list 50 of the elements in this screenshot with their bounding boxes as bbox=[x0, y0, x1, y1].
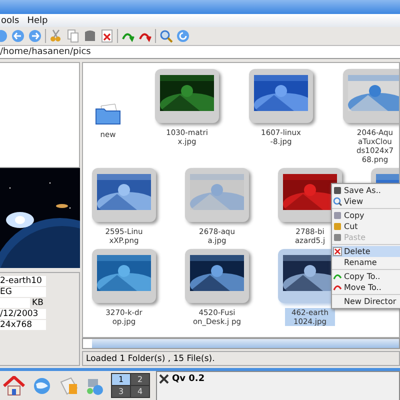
globe-icon[interactable] bbox=[31, 376, 53, 396]
desktop-button[interactable]: 3 bbox=[112, 386, 130, 397]
forward-icon[interactable] bbox=[28, 29, 42, 43]
zoom-icon[interactable] bbox=[159, 29, 173, 43]
menu-item[interactable]: Cut bbox=[332, 221, 400, 232]
menu-item[interactable]: Delete bbox=[332, 246, 400, 257]
desktop-button[interactable]: 4 bbox=[131, 386, 149, 397]
desktop-button[interactable]: 2 bbox=[131, 374, 149, 385]
menu-item[interactable]: Move To.. bbox=[332, 282, 400, 293]
paste-icon bbox=[333, 233, 342, 242]
thumbnail-frame[interactable] bbox=[92, 168, 156, 222]
x-icon bbox=[159, 374, 169, 384]
magnifier-icon bbox=[333, 197, 342, 206]
thumbnail-frame[interactable] bbox=[155, 69, 219, 123]
thumbnail-frame[interactable] bbox=[92, 249, 156, 303]
unit-label: KB bbox=[32, 298, 44, 308]
thumbnail-frame[interactable] bbox=[185, 168, 249, 222]
thumbnail-frame[interactable] bbox=[185, 249, 249, 303]
thumbnail-frame[interactable] bbox=[343, 69, 399, 123]
menu-item[interactable]: Copy To.. bbox=[332, 271, 400, 282]
scissors-icon[interactable] bbox=[49, 29, 63, 43]
info-field[interactable]: 2-earth10 bbox=[0, 276, 46, 286]
info-field[interactable]: /12/2003 bbox=[0, 309, 46, 319]
copy-icon bbox=[333, 211, 342, 220]
menu-item[interactable]: New Director bbox=[332, 296, 400, 307]
horizontal-scrollbar[interactable] bbox=[82, 338, 400, 349]
home-icon[interactable] bbox=[3, 376, 25, 396]
folder-icon[interactable] bbox=[95, 103, 121, 125]
scissors-icon bbox=[333, 222, 342, 231]
floppy-icon bbox=[333, 186, 342, 195]
info-field[interactable]: 24x768 bbox=[0, 320, 46, 330]
menu-item[interactable]: View bbox=[332, 196, 400, 207]
status-text: Loaded 1 Folder(s) , 15 File(s). bbox=[82, 351, 400, 366]
menu-item[interactable]: Save As.. bbox=[332, 185, 400, 196]
task-button[interactable]: Qv 0.2 bbox=[156, 370, 400, 400]
back-icon[interactable] bbox=[11, 29, 25, 43]
info-field[interactable] bbox=[0, 298, 30, 308]
delete-icon[interactable] bbox=[100, 29, 114, 43]
task-title: Qv 0.2 bbox=[172, 374, 205, 384]
menu-item[interactable]: Copy bbox=[332, 210, 400, 221]
address-field[interactable]: /home/hasanen/pics bbox=[0, 46, 400, 59]
copy-icon[interactable] bbox=[66, 29, 80, 43]
paste-icon[interactable] bbox=[83, 29, 97, 43]
menu-item[interactable]: Rename bbox=[332, 257, 400, 268]
info-field[interactable]: EG bbox=[0, 287, 46, 297]
menu-item[interactable]: ools bbox=[1, 16, 20, 26]
menu-item[interactable]: Help bbox=[27, 16, 48, 26]
refresh-icon[interactable] bbox=[176, 29, 190, 43]
thumbnail-frame[interactable] bbox=[249, 69, 313, 123]
desktop-button[interactable]: 1 bbox=[112, 374, 130, 385]
